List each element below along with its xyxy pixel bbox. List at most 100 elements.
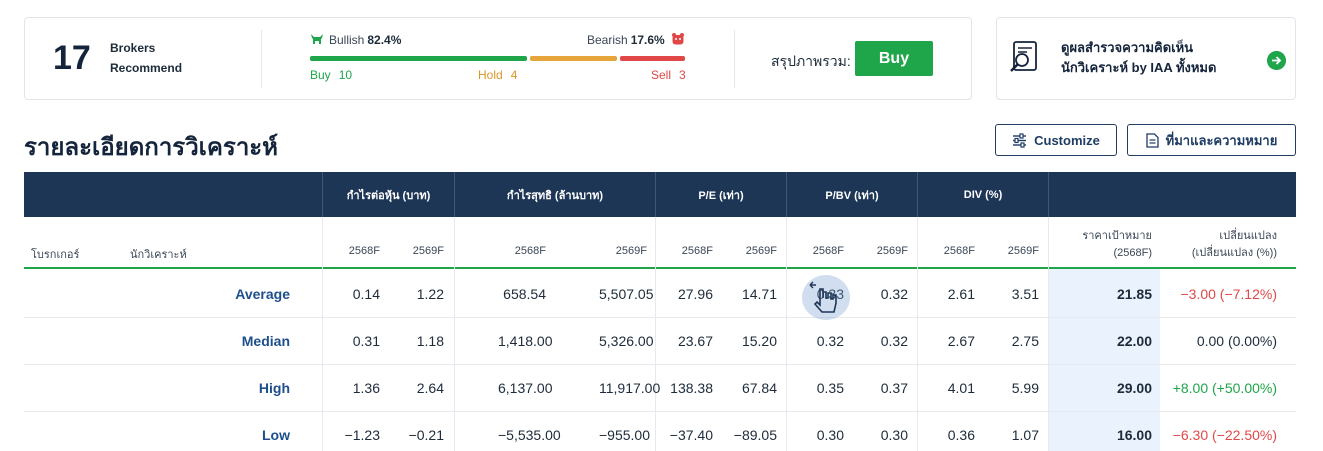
survey-line2: นักวิเคราะห์ by IAA ทั้งหมด — [1061, 60, 1217, 75]
broker-count-label: Brokers Recommend — [110, 38, 182, 78]
change-header-line2: (เปลี่ยนแปลง (%)) — [1191, 247, 1277, 259]
col-div-2569[interactable]: 2569F — [991, 245, 1039, 257]
broker-summary-card: 17 Brokers Recommend Bullish 82.4% Bearis… — [24, 17, 972, 100]
group-pe: P/E (เท่า) — [655, 172, 786, 217]
broker-label-line1: Brokers — [110, 41, 156, 55]
buy-count-value: 10 — [338, 68, 353, 82]
divider — [261, 30, 262, 88]
cell-change: −6.30 (−22.50%) — [1172, 427, 1277, 443]
col-eps-2568[interactable]: 2568F — [332, 245, 380, 257]
bullish-label: Bullish — [329, 33, 365, 47]
cell-np1: −5,535.00 — [498, 427, 561, 443]
cell-eps1: 0.31 — [352, 333, 380, 349]
sell-bar — [620, 56, 685, 61]
survey-line1: ดูผลสำรวจความคิดเห็น — [1061, 40, 1194, 55]
cell-pbv2: 0.37 — [880, 380, 908, 396]
cell-np2: 5,326.00 — [599, 333, 654, 349]
row-label: Average — [235, 286, 290, 302]
hold-count: Hold 4 — [478, 68, 517, 82]
analysis-table: กำไรต่อหุ้น (บาท) กำไรสุทธิ (ล้านบาท) P/… — [24, 172, 1296, 451]
cell-eps2: −0.21 — [408, 427, 444, 443]
overall-label: สรุปภาพรวม: — [771, 53, 851, 69]
cell-change: −3.00 (−7.12%) — [1180, 286, 1277, 302]
broker-count: 17 — [53, 39, 91, 77]
sell-count: Sell 3 — [651, 68, 686, 82]
cell-np1: 1,418.00 — [498, 333, 553, 349]
hold-count-value: 4 — [510, 68, 518, 82]
col-eps-2569[interactable]: 2569F — [396, 245, 444, 257]
cell-div2: 5.99 — [1011, 380, 1039, 396]
cell-div1: 4.01 — [947, 380, 975, 396]
table-row: Median 0.31 1.18 1,418.00 5,326.00 23.67 15.20… — [24, 318, 1296, 365]
broker-label-line2: Recommend — [110, 61, 183, 75]
sell-label: Sell — [651, 68, 672, 82]
cell-np1: 658.54 — [503, 286, 546, 302]
hand-pointer-icon — [809, 281, 837, 313]
cell-div2: 2.75 — [1011, 333, 1039, 349]
col-target-price[interactable]: ราคาเป้าหมาย (2568F) — [1048, 228, 1152, 262]
cell-pbv2: 0.32 — [880, 286, 908, 302]
cell-pbv1: 0.32 — [816, 333, 844, 349]
col-np-2569[interactable]: 2569F — [599, 245, 647, 257]
cell-change: 0.00 (0.00%) — [1196, 333, 1277, 349]
col-pe-2568[interactable]: 2568F — [665, 245, 713, 257]
cell-eps1: 0.14 — [352, 286, 380, 302]
document-search-icon — [1010, 41, 1037, 72]
survey-link-text[interactable]: ดูผลสำรวจความคิดเห็น นักวิเคราะห์ by IAA… — [1061, 38, 1216, 78]
group-target — [1048, 172, 1296, 217]
bullish-indicator: Bullish 82.4% — [329, 33, 401, 47]
cell-eps1: −1.23 — [344, 427, 380, 443]
cell-div1: 2.67 — [947, 333, 975, 349]
customize-label: Customize — [1034, 132, 1100, 148]
col-broker[interactable]: โบรกเกอร์ — [31, 245, 79, 263]
row-label: Low — [262, 427, 290, 443]
bearish-label: Bearish — [587, 33, 628, 47]
table-row: Average 0.14 1.22 658.54 5,507.05 27.96 14.71 0… — [24, 271, 1296, 318]
group-div: DIV (%) — [917, 172, 1048, 217]
cell-pe1: 138.38 — [670, 380, 713, 396]
col-div-2568[interactable]: 2568F — [927, 245, 975, 257]
customize-button[interactable]: Customize — [995, 124, 1117, 156]
table-column-header: โบรกเกอร์ นักวิเคราะห์ 2568F 2569F 2568F… — [24, 217, 1296, 269]
target-header-line1: ราคาเป้าหมาย — [1082, 230, 1152, 242]
col-pe-2569[interactable]: 2569F — [729, 245, 777, 257]
cell-np1: 6,137.00 — [498, 380, 553, 396]
row-label: High — [258, 380, 290, 396]
bearish-indicator: Bearish 17.6% — [587, 33, 665, 47]
cell-np2: −955.00 — [599, 427, 650, 443]
bear-icon — [672, 33, 684, 45]
section-title: รายละเอียดการวิเคราะห์ — [24, 134, 279, 161]
cell-pe1: 23.67 — [677, 333, 713, 349]
cell-div2: 1.07 — [1011, 427, 1039, 443]
cell-pe2: 15.20 — [741, 333, 777, 349]
col-pbv-2568[interactable]: 2568F — [796, 245, 844, 257]
cell-target: 21.85 — [1116, 286, 1152, 302]
divider — [734, 30, 735, 88]
cell-pbv1: 0.30 — [816, 427, 844, 443]
bullish-percent: 82.4% — [367, 33, 402, 47]
cell-div1: 0.36 — [947, 427, 975, 443]
col-analyst[interactable]: นักวิเคราะห์ — [130, 245, 187, 263]
table-row: Low −1.23 −0.21 −5,535.00 −955.00 −37.40 −89.0… — [24, 412, 1296, 451]
document-icon — [1146, 132, 1159, 148]
group-pbv: P/BV (เท่า) — [786, 172, 917, 217]
survey-link-card[interactable]: ดูผลสำรวจความคิดเห็น นักวิเคราะห์ by IAA… — [996, 17, 1296, 100]
cell-pe2: 67.84 — [741, 380, 777, 396]
arrow-right-icon[interactable] — [1267, 51, 1286, 70]
col-change[interactable]: เปลี่ยนแปลง (เปลี่ยนแปลง (%)) — [1160, 228, 1277, 262]
table-group-header: กำไรต่อหุ้น (บาท) กำไรสุทธิ (ล้านบาท) P/… — [24, 172, 1296, 217]
col-pbv-2569[interactable]: 2569F — [860, 245, 908, 257]
table-row: High 1.36 2.64 6,137.00 11,917.00 138.38 67.84… — [24, 365, 1296, 412]
cell-target: 29.00 — [1116, 380, 1152, 396]
cell-pbv2: 0.32 — [880, 333, 908, 349]
bull-icon — [311, 34, 323, 44]
buy-count: Buy 10 — [310, 68, 352, 82]
cell-np2: 11,917.00 — [599, 380, 661, 396]
cell-eps1: 1.36 — [352, 380, 380, 396]
change-header-line1: เปลี่ยนแปลง — [1219, 230, 1277, 242]
source-meaning-button[interactable]: ที่มาและความหมาย — [1127, 124, 1296, 156]
col-np-2568[interactable]: 2568F — [498, 245, 546, 257]
hand-cursor — [802, 275, 850, 320]
overall-recommendation-badge: Buy — [855, 41, 933, 76]
cell-eps2: 2.64 — [416, 380, 444, 396]
